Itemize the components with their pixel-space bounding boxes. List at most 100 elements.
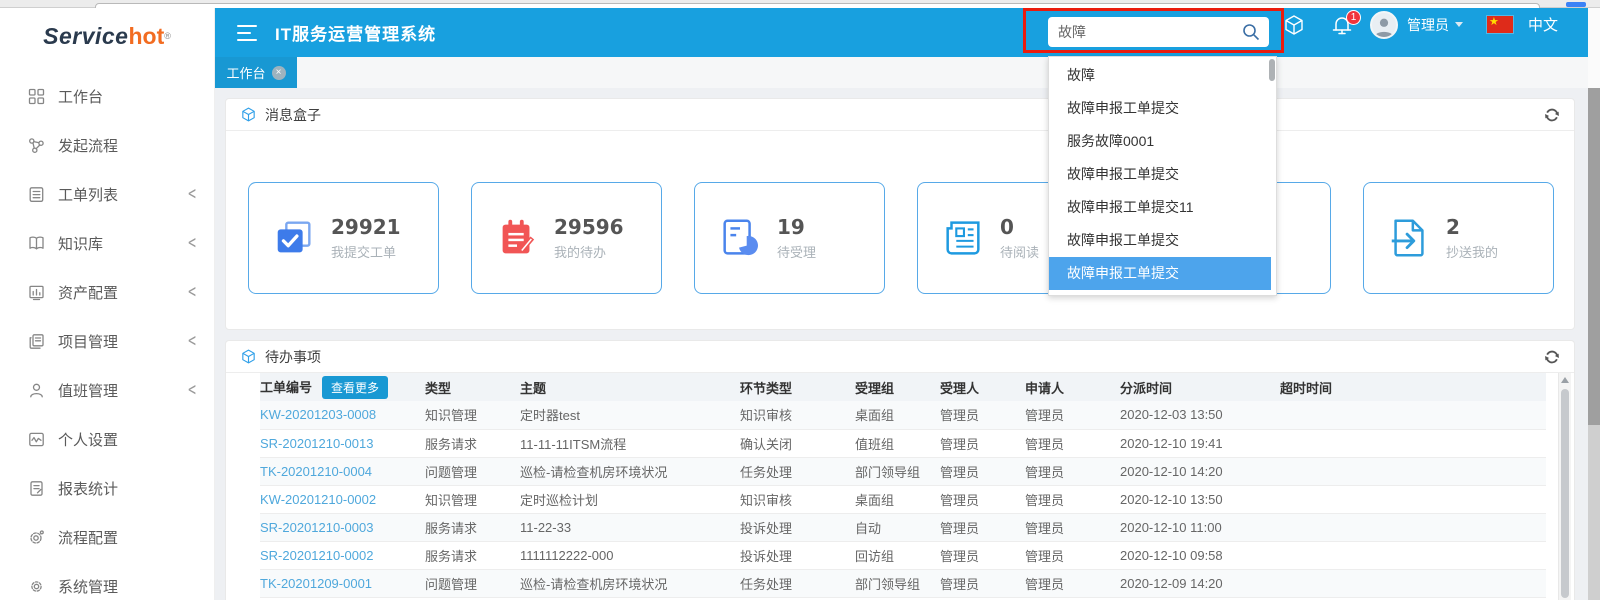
cell-timeout: [1280, 569, 1546, 597]
sidebar-item-1[interactable]: 发起流程: [0, 121, 214, 170]
cell-group: 值班组: [855, 429, 940, 457]
table-row: TK-20201210-0004问题管理巡检-请检查机房环境状况任务处理部门领导…: [260, 457, 1546, 485]
suggestion-item-6[interactable]: 故障申报工单提交: [1049, 257, 1271, 290]
sidebar: Servicehot® 工作台发起流程工单列表<知识库<资产配置<项目管理<值班…: [0, 8, 215, 600]
col-group: 受理组: [855, 373, 940, 401]
panel-title: 消息盒子: [265, 105, 321, 125]
right-gap: [1588, 8, 1600, 88]
refresh-icon[interactable]: [1544, 107, 1560, 123]
stat-value: 19: [777, 215, 816, 239]
col-subject: 主题: [520, 373, 740, 401]
wave-icon: [26, 430, 46, 450]
stat-value: 29596: [554, 215, 624, 239]
todo-table: 工单编号查看更多 类型 主题 环节类型 受理组 受理人 申请人 分派时间 超时时…: [260, 373, 1546, 598]
browser-chrome-strip: [0, 0, 1600, 8]
stat-card-2[interactable]: 19待受理: [694, 182, 885, 294]
cell-step: 任务处理: [740, 569, 855, 597]
browser-accent-fragment: [1566, 2, 1586, 7]
suggestion-item-4[interactable]: 故障申报工单提交11: [1049, 191, 1271, 224]
sidebar-item-label: 个人设置: [58, 429, 196, 450]
sidebar-item-label: 流程配置: [58, 527, 196, 548]
sidebar-item-0[interactable]: 工作台: [0, 72, 214, 121]
cell-step: 确认关闭: [740, 429, 855, 457]
cell-timeout: [1280, 513, 1546, 541]
cell-id[interactable]: SR-20201210-0002: [260, 541, 425, 569]
cube-icon[interactable]: [1282, 0, 1306, 49]
cell-timeout: [1280, 541, 1546, 569]
cell-id[interactable]: KW-20201210-0002: [260, 485, 425, 513]
scrollbar-thumb[interactable]: [1269, 59, 1275, 81]
sidebar-item-2[interactable]: 工单列表<: [0, 170, 214, 219]
cell-handler: 管理员: [940, 429, 1025, 457]
gear-icon: [26, 577, 46, 597]
cell-id[interactable]: TK-20201209-0001: [260, 569, 425, 597]
chart-icon: [26, 283, 46, 303]
china-flag-icon[interactable]: ★: [1487, 0, 1513, 49]
sidebar-item-3[interactable]: 知识库<: [0, 219, 214, 268]
sidebar-item-8[interactable]: 报表统计: [0, 464, 214, 513]
sidebar-item-7[interactable]: 个人设置: [0, 415, 214, 464]
language-switcher[interactable]: 中文: [1528, 0, 1558, 49]
chevron-down-icon: [1455, 22, 1463, 27]
cell-group: 部门领导组: [855, 569, 940, 597]
cell-type: 问题管理: [425, 457, 520, 485]
sidebar-item-label: 资产配置: [58, 282, 188, 303]
stat-card-5[interactable]: 2抄送我的: [1363, 182, 1554, 294]
sidebar-item-4[interactable]: 资产配置<: [0, 268, 214, 317]
cell-timeout: [1280, 457, 1546, 485]
servicehot-logo[interactable]: Servicehot®: [0, 8, 214, 64]
tab-workbench[interactable]: 工作台 ×: [215, 57, 297, 88]
search-icon[interactable]: [1241, 22, 1261, 42]
stat-label: 待阅读: [1000, 242, 1039, 261]
cell-type: 问题管理: [425, 569, 520, 597]
cell-subject: 11-22-33: [520, 513, 740, 541]
cell-id[interactable]: KW-20201203-0008: [260, 401, 425, 429]
page-scrollbar[interactable]: [1588, 88, 1600, 600]
table-scrollbar[interactable]: [1558, 373, 1571, 600]
logo-text-hot: hot: [128, 23, 164, 50]
scrollbar-thumb[interactable]: [1588, 88, 1600, 425]
suggestion-item-3[interactable]: 故障申报工单提交: [1049, 158, 1271, 191]
dropdown-scrollbar[interactable]: [1269, 59, 1275, 293]
stat-card-1[interactable]: 29596我的待办: [471, 182, 662, 294]
sidebar-item-10[interactable]: 系统管理: [0, 562, 214, 611]
scrollbar-thumb[interactable]: [1561, 389, 1569, 598]
cell-id[interactable]: SR-20201210-0013: [260, 429, 425, 457]
suggestion-item-5[interactable]: 故障申报工单提交: [1049, 224, 1271, 257]
chevron-left-icon: <: [188, 184, 196, 205]
user-menu[interactable]: 管理员: [1407, 0, 1463, 49]
cell-applicant: 管理员: [1025, 513, 1120, 541]
search-input[interactable]: [1058, 24, 1241, 40]
cell-id[interactable]: SR-20201210-0003: [260, 513, 425, 541]
cell-dispatch_time: 2020-12-10 11:00: [1120, 513, 1280, 541]
avatar[interactable]: [1370, 0, 1398, 49]
cube-icon: [240, 106, 257, 123]
cube-icon: [240, 348, 257, 365]
tab-close-icon[interactable]: ×: [272, 66, 286, 80]
cell-step: 任务处理: [740, 457, 855, 485]
cell-type: 知识管理: [425, 485, 520, 513]
table-row: SR-20201210-0003服务请求11-22-33投诉处理自动管理员管理员…: [260, 513, 1546, 541]
cell-dispatch_time: 2020-12-09 14:20: [1120, 569, 1280, 597]
cell-group: 部门领导组: [855, 457, 940, 485]
cell-handler: 管理员: [940, 401, 1025, 429]
suggestion-item-2[interactable]: 服务故障0001: [1049, 125, 1271, 158]
sidebar-item-6[interactable]: 值班管理<: [0, 366, 214, 415]
sidebar-item-9[interactable]: 流程配置: [0, 513, 214, 562]
view-more-button[interactable]: 查看更多: [322, 376, 388, 399]
col-type: 类型: [425, 373, 520, 401]
refresh-icon[interactable]: [1544, 349, 1560, 365]
table-row: TK-20201209-0001问题管理巡检-请检查机房环境状况任务处理部门领导…: [260, 569, 1546, 597]
main-content: 消息盒子 29921我提交工单29596我的待办19待受理0待阅读2抄送我的 待…: [215, 88, 1588, 600]
stat-card-0[interactable]: 29921我提交工单: [248, 182, 439, 294]
table-row: KW-20201210-0002知识管理定时巡检计划知识审核桌面组管理员管理员2…: [260, 485, 1546, 513]
cell-dispatch_time: 2020-12-03 13:50: [1120, 401, 1280, 429]
sidebar-item-5[interactable]: 项目管理<: [0, 317, 214, 366]
cell-subject: 11-11-11ITSM流程: [520, 429, 740, 457]
cell-id[interactable]: TK-20201210-0004: [260, 457, 425, 485]
suggestion-item-1[interactable]: 故障申报工单提交: [1049, 92, 1271, 125]
sidebar-item-label: 知识库: [58, 233, 188, 254]
suggestion-item-0[interactable]: 故障: [1049, 59, 1271, 92]
collapse-menu-icon[interactable]: [237, 24, 259, 42]
scroll-up-arrow-icon[interactable]: [1561, 377, 1569, 383]
